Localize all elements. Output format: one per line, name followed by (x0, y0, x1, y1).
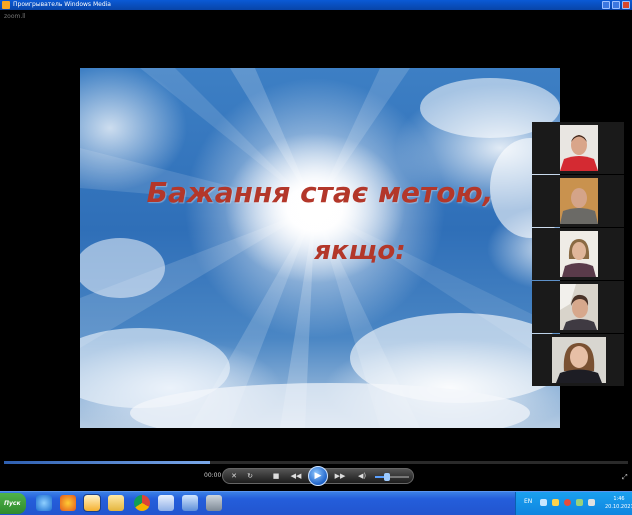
window-titlebar[interactable]: Проигрыватель Windows Media (0, 0, 632, 10)
tray-app-icon[interactable] (540, 499, 547, 506)
system-tray: EN 1:46 20.10.2021 (515, 492, 632, 515)
minimize-button[interactable] (602, 1, 610, 9)
slide-heading-line1: Бажання стає метою, (146, 176, 494, 209)
zoom-label: zoom.ll (4, 13, 26, 20)
transport-bar: ✕ ↻ ■ ◀◀ ▶ ▶▶ ◀) (222, 466, 414, 486)
volume-slider[interactable] (375, 473, 409, 481)
player-controls: 00:00 ✕ ↻ ■ ◀◀ ▶ ▶▶ ◀) ⤢ (0, 464, 632, 488)
play-button[interactable]: ▶ (308, 466, 328, 486)
participant-avatar-4 (560, 284, 598, 330)
start-button[interactable]: Пуск (0, 493, 26, 514)
media-player-taskbar-icon[interactable] (83, 494, 101, 512)
tray-antivirus-icon[interactable] (564, 499, 571, 506)
participant-avatar-3 (560, 231, 598, 277)
stop-icon[interactable]: ■ (269, 471, 283, 481)
chrome-icon[interactable] (134, 495, 150, 511)
window-title: Проигрыватель Windows Media (13, 1, 111, 8)
presentation-app-icon[interactable] (182, 495, 198, 511)
tools-icon[interactable] (206, 495, 222, 511)
shuffle-icon[interactable]: ✕ (227, 471, 241, 481)
windows-taskbar: Пуск EN 1:46 20.10.2021 (0, 491, 632, 515)
previous-icon[interactable]: ◀◀ (289, 471, 303, 481)
participant-video-5[interactable] (532, 334, 624, 386)
document-viewer-icon[interactable] (158, 495, 174, 511)
language-indicator[interactable]: EN (524, 498, 532, 505)
participant-video-3[interactable] (532, 228, 624, 280)
participant-avatar-1 (560, 125, 598, 171)
slide-heading-line2: якщо: (314, 236, 406, 266)
volume-knob[interactable] (383, 473, 390, 481)
network-icon[interactable] (576, 499, 583, 506)
participant-video-4[interactable] (532, 281, 624, 333)
elapsed-time: 00:00 (204, 472, 222, 479)
participant-avatar-2 (560, 178, 598, 224)
media-player-icon (2, 1, 10, 9)
fullscreen-icon[interactable]: ⤢ (622, 473, 628, 482)
speaker-icon[interactable] (588, 499, 595, 506)
participant-video-1[interactable] (532, 122, 624, 174)
maximize-button[interactable] (612, 1, 620, 9)
internet-explorer-icon[interactable] (36, 495, 52, 511)
tray-warning-icon[interactable] (552, 499, 559, 506)
taskbar-clock[interactable]: 1:46 20.10.2021 (605, 495, 632, 511)
close-button[interactable] (622, 1, 630, 9)
volume-icon[interactable]: ◀) (355, 471, 369, 481)
window-controls (602, 1, 630, 9)
folder-icon[interactable] (108, 495, 124, 511)
next-icon[interactable]: ▶▶ (333, 471, 347, 481)
clock-date: 20.10.2021 (605, 504, 632, 510)
repeat-icon[interactable]: ↻ (243, 471, 257, 481)
participant-video-2[interactable] (532, 175, 624, 227)
clock-time: 1:46 (613, 496, 625, 502)
presentation-slide: Бажання стає метою, якщо: (80, 68, 560, 428)
firefox-icon[interactable] (60, 495, 76, 511)
participant-avatar-5 (552, 337, 606, 383)
